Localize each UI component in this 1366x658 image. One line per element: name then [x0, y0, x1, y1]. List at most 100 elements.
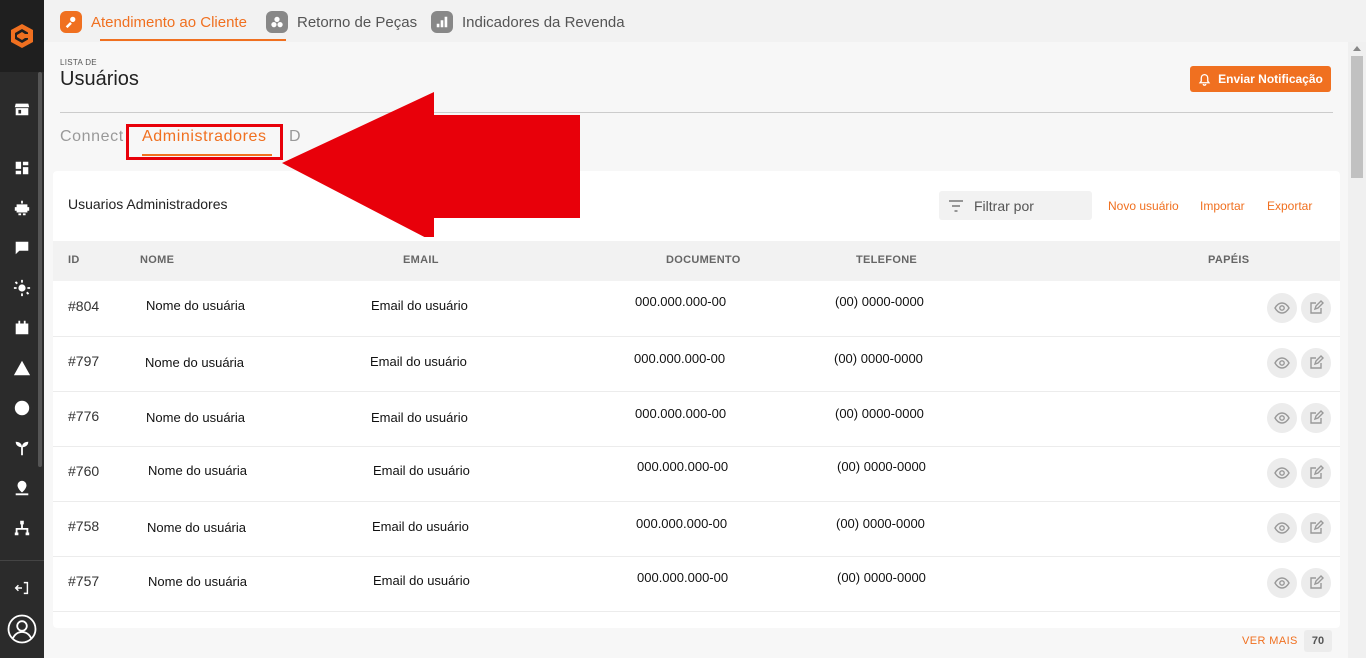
- cell-id: #758: [68, 518, 100, 534]
- view-button[interactable]: [1267, 513, 1297, 543]
- cell-telefone: (00) 0000-0000: [835, 406, 924, 421]
- view-button[interactable]: [1267, 458, 1297, 488]
- column-header-papeis: PAPÉIS: [1208, 254, 1250, 266]
- view-button[interactable]: [1267, 348, 1297, 378]
- cell-id: #757: [68, 573, 100, 589]
- edit-button[interactable]: [1301, 293, 1331, 323]
- gear-cog-icon[interactable]: [0, 275, 44, 301]
- cell-documento: 000.000.000-00: [634, 351, 726, 366]
- send-notification-button[interactable]: Enviar Notificação: [1190, 66, 1331, 92]
- cell-telefone: (00) 0000-0000: [836, 516, 925, 531]
- edit-button[interactable]: [1301, 403, 1331, 433]
- tab-label: Indicadores da Revenda: [462, 13, 625, 31]
- table-row[interactable]: #797 Nome do usuária Email do usuário 000.0…: [53, 336, 1340, 392]
- card-title: Usuarios Administradores: [68, 196, 228, 212]
- cell-telefone: (00) 0000-0000: [837, 570, 926, 585]
- cell-nome: Nome do usuária: [147, 520, 246, 535]
- filter-icon: [949, 199, 963, 212]
- warning-icon[interactable]: [0, 355, 44, 381]
- dashboard-icon[interactable]: [0, 155, 44, 181]
- top-tab-bar: Atendimento ao Cliente Retorno de Peças …: [44, 0, 1366, 42]
- annotation-arrow: [282, 92, 580, 237]
- cell-email: Email do usuário: [370, 354, 467, 369]
- main-content: LISTA DE Usuários Enviar Notificação Con…: [44, 42, 1348, 658]
- calendar-icon[interactable]: [0, 315, 44, 341]
- eye-icon: [1274, 302, 1290, 314]
- tab-indicadores-da-revenda[interactable]: Indicadores da Revenda: [431, 8, 625, 36]
- cell-id: #804: [68, 298, 100, 314]
- edit-button[interactable]: [1301, 348, 1331, 378]
- chat-icon[interactable]: [0, 235, 44, 261]
- wrench-person-icon: [60, 11, 82, 33]
- total-count-badge: 70: [1304, 630, 1332, 652]
- view-button[interactable]: [1267, 293, 1297, 323]
- edit-button[interactable]: [1301, 568, 1331, 598]
- edit-button[interactable]: [1301, 458, 1331, 488]
- globe-icon[interactable]: [0, 395, 44, 421]
- cell-id: #797: [68, 353, 100, 369]
- cell-documento: 000.000.000-00: [635, 406, 727, 421]
- eye-icon: [1274, 412, 1290, 424]
- logout-icon[interactable]: [0, 575, 44, 601]
- edit-icon: [1310, 355, 1324, 369]
- cell-nome: Nome do usuária: [148, 574, 247, 589]
- bell-icon: [1198, 73, 1211, 86]
- edit-button[interactable]: [1301, 513, 1331, 543]
- cell-telefone: (00) 0000-0000: [834, 351, 923, 366]
- cell-email: Email do usuário: [373, 573, 470, 588]
- users-card: Usuarios Administradores Filtrar por Nov…: [53, 171, 1340, 628]
- cell-documento: 000.000.000-00: [637, 459, 729, 474]
- sidebar-divider: [0, 560, 44, 561]
- eye-icon: [1274, 357, 1290, 369]
- table-row[interactable]: #776 Nome do usuária Email do usuário 000.0…: [53, 391, 1340, 447]
- filter-placeholder: Filtrar por: [974, 197, 1034, 214]
- plant-icon[interactable]: [0, 435, 44, 461]
- scrollbar-thumb[interactable]: [1351, 56, 1363, 178]
- table-row[interactable]: #757 Nome do usuária Email do usuário 000.0…: [53, 556, 1340, 612]
- scroll-up-arrow[interactable]: [1353, 46, 1361, 51]
- column-header-id: ID: [68, 254, 80, 266]
- see-more-link[interactable]: VER MAIS: [1242, 635, 1298, 647]
- column-header-email: EMAIL: [403, 254, 439, 266]
- cell-email: Email do usuário: [371, 410, 468, 425]
- column-header-telefone: TELEFONE: [856, 254, 918, 266]
- highlight-box: [126, 124, 283, 160]
- network-icon[interactable]: [0, 515, 44, 541]
- cell-documento: 000.000.000-00: [636, 516, 728, 531]
- table-row[interactable]: #804 Nome do usuária Email do usuário 000.0…: [53, 281, 1340, 337]
- cell-nome: Nome do usuária: [148, 463, 247, 478]
- column-header-nome: NOME: [140, 254, 175, 266]
- new-user-link[interactable]: Novo usuário: [1108, 199, 1179, 213]
- table-row[interactable]: #758 Nome do usuária Email do usuário 000.0…: [53, 501, 1340, 557]
- tab-connect[interactable]: Connect: [60, 128, 124, 146]
- table-row[interactable]: #760 Nome do usuária Email do usuário 000.0…: [53, 446, 1340, 502]
- user-avatar-icon[interactable]: [0, 614, 44, 644]
- eye-icon: [1274, 522, 1290, 534]
- view-button[interactable]: [1267, 403, 1297, 433]
- import-link[interactable]: Importar: [1200, 199, 1245, 213]
- cell-documento: 000.000.000-00: [635, 294, 727, 309]
- edit-icon: [1310, 410, 1324, 424]
- cell-nome: Nome do usuária: [146, 298, 245, 313]
- cell-nome: Nome do usuária: [145, 355, 244, 370]
- robot-icon[interactable]: [0, 195, 44, 221]
- cell-id: #760: [68, 463, 100, 479]
- store-icon[interactable]: [0, 96, 44, 122]
- tab-atendimento-ao-cliente[interactable]: Atendimento ao Cliente: [60, 8, 247, 36]
- tab-label: Retorno de Peças: [297, 13, 418, 31]
- location-icon[interactable]: [0, 475, 44, 501]
- page-scrollbar[interactable]: [1348, 42, 1366, 658]
- tab-retorno-de-pecas[interactable]: Retorno de Peças: [266, 8, 417, 36]
- header-divider: [60, 112, 1333, 113]
- eye-icon: [1274, 467, 1290, 479]
- cell-telefone: (00) 0000-0000: [835, 294, 924, 309]
- filter-input[interactable]: Filtrar por: [939, 191, 1092, 220]
- view-button[interactable]: [1267, 568, 1297, 598]
- eye-icon: [1274, 577, 1290, 589]
- brand-logo[interactable]: [0, 0, 44, 72]
- cell-telefone: (00) 0000-0000: [837, 459, 926, 474]
- send-notification-label: Enviar Notificação: [1218, 72, 1323, 86]
- cell-documento: 000.000.000-00: [637, 570, 729, 585]
- export-link[interactable]: Exportar: [1267, 199, 1312, 213]
- edit-icon: [1310, 520, 1324, 534]
